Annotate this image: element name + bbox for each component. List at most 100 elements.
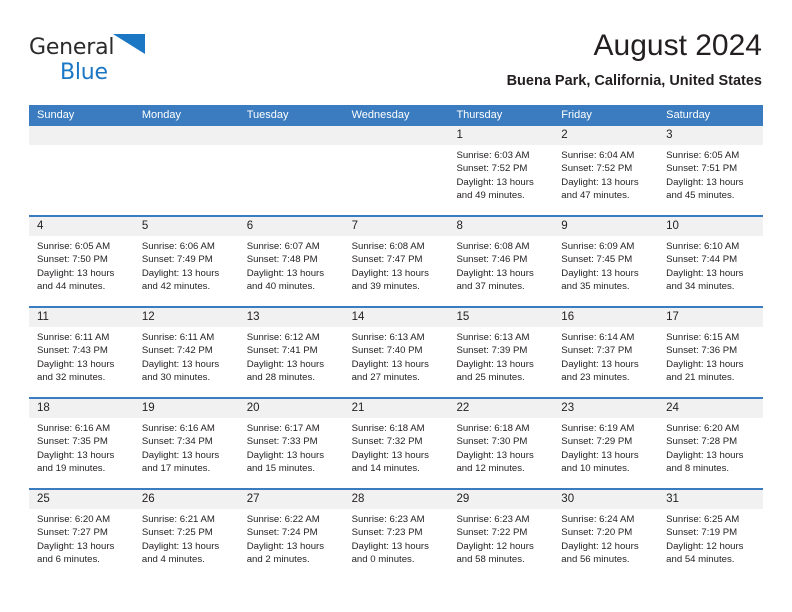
- day-cell-21[interactable]: Sunrise: 6:18 AM Sunset: 7:32 PM Daylight:…: [344, 418, 449, 488]
- day-number-28[interactable]: 28: [344, 490, 449, 509]
- day-cell-24[interactable]: Sunrise: 6:20 AM Sunset: 7:28 PM Daylight:…: [658, 418, 763, 488]
- day-detail-line: Sunset: 7:19 PM: [666, 527, 738, 539]
- day-cell-1[interactable]: Sunrise: 6:03 AM Sunset: 7:52 PM Daylight:…: [448, 145, 553, 215]
- day-cell-23[interactable]: Sunrise: 6:19 AM Sunset: 7:29 PM Daylight:…: [553, 418, 658, 488]
- day-cell-16[interactable]: Sunrise: 6:14 AM Sunset: 7:37 PM Daylight:…: [553, 327, 658, 397]
- day-number-2[interactable]: 2: [553, 126, 658, 145]
- day-number-22[interactable]: 22: [448, 399, 553, 418]
- day-detail-line: Daylight: 13 hours: [37, 358, 115, 370]
- day-cell-11[interactable]: Sunrise: 6:11 AM Sunset: 7:43 PM Daylight:…: [29, 327, 134, 397]
- day-number-6[interactable]: 6: [239, 217, 344, 236]
- logo-word-blue: Blue: [60, 60, 108, 85]
- day-number-12[interactable]: 12: [134, 308, 239, 327]
- day-number-30[interactable]: 30: [553, 490, 658, 509]
- day-cell-6[interactable]: Sunrise: 6:07 AM Sunset: 7:48 PM Daylight:…: [239, 236, 344, 306]
- day-number-8[interactable]: 8: [448, 217, 553, 236]
- day-cell-2[interactable]: Sunrise: 6:04 AM Sunset: 7:52 PM Daylight:…: [553, 145, 658, 215]
- weekday-header-sunday: Sunday: [37, 109, 75, 121]
- day-detail-line: and 28 minutes.: [246, 371, 315, 383]
- day-cell-3[interactable]: Sunrise: 6:05 AM Sunset: 7:51 PM Daylight:…: [658, 145, 763, 215]
- day-number-18[interactable]: 18: [29, 399, 134, 418]
- day-detail-line: and 21 minutes.: [666, 371, 735, 383]
- day-cell-31[interactable]: Sunrise: 6:25 AM Sunset: 7:19 PM Daylight:…: [658, 509, 763, 579]
- weekday-header-friday: Friday: [561, 109, 592, 121]
- day-cell-15[interactable]: Sunrise: 6:13 AM Sunset: 7:39 PM Daylight:…: [448, 327, 553, 397]
- day-cell-19[interactable]: Sunrise: 6:16 AM Sunset: 7:34 PM Daylight:…: [134, 418, 239, 488]
- day-cell-27[interactable]: Sunrise: 6:22 AM Sunset: 7:24 PM Daylight:…: [239, 509, 344, 579]
- day-number-31[interactable]: 31: [658, 490, 763, 509]
- day-detail-line: and 45 minutes.: [666, 189, 735, 201]
- day-detail-line: Sunrise: 6:22 AM: [246, 514, 320, 525]
- day-detail-line: Sunrise: 6:21 AM: [141, 514, 215, 525]
- day-detail-line: Daylight: 12 hours: [666, 540, 744, 552]
- day-detail-line: Sunset: 7:34 PM: [141, 436, 213, 448]
- week-row: 4 5 6 7 8 9 10 Sunrise: 6:05 AM Sunset: 7:50 PM D…: [29, 215, 763, 306]
- day-detail-line: Daylight: 13 hours: [666, 176, 744, 188]
- day-number-19[interactable]: 19: [134, 399, 239, 418]
- day-cell-empty: [29, 145, 134, 215]
- logo-top-row: General: [29, 34, 219, 60]
- day-cell-18[interactable]: Sunrise: 6:16 AM Sunset: 7:35 PM Daylight:…: [29, 418, 134, 488]
- day-detail-line: Sunrise: 6:20 AM: [37, 514, 111, 525]
- day-cell-13[interactable]: Sunrise: 6:12 AM Sunset: 7:41 PM Daylight:…: [239, 327, 344, 397]
- day-cell-25[interactable]: Sunrise: 6:20 AM Sunset: 7:27 PM Daylight:…: [29, 509, 134, 579]
- day-number-14[interactable]: 14: [344, 308, 449, 327]
- day-number-11[interactable]: 11: [29, 308, 134, 327]
- day-detail-line: and 0 minutes.: [351, 553, 415, 565]
- day-detail-line: Sunrise: 6:07 AM: [246, 241, 320, 252]
- day-number-23[interactable]: 23: [553, 399, 658, 418]
- day-number-1[interactable]: 1: [448, 126, 553, 145]
- day-cell-4[interactable]: Sunrise: 6:05 AM Sunset: 7:50 PM Daylight:…: [29, 236, 134, 306]
- day-cell-9[interactable]: Sunrise: 6:09 AM Sunset: 7:45 PM Daylight:…: [553, 236, 658, 306]
- day-detail-line: and 17 minutes.: [141, 462, 211, 474]
- day-number-21[interactable]: 21: [344, 399, 449, 418]
- day-detail-line: Sunrise: 6:23 AM: [351, 514, 425, 525]
- day-detail-line: Sunset: 7:27 PM: [37, 527, 108, 539]
- weekday-header-monday: Monday: [141, 109, 181, 121]
- day-number-20[interactable]: 20: [239, 399, 344, 418]
- day-number-29[interactable]: 29: [448, 490, 553, 509]
- day-number-10[interactable]: 10: [658, 217, 763, 236]
- day-number-13[interactable]: 13: [239, 308, 344, 327]
- day-number-5[interactable]: 5: [134, 217, 239, 236]
- day-number-3[interactable]: 3: [658, 126, 763, 145]
- day-number-9[interactable]: 9: [553, 217, 658, 236]
- day-detail-line: Sunset: 7:41 PM: [246, 345, 318, 357]
- day-detail-line: Sunrise: 6:08 AM: [456, 241, 530, 252]
- day-number-24[interactable]: 24: [658, 399, 763, 418]
- day-cell-20[interactable]: Sunrise: 6:17 AM Sunset: 7:33 PM Daylight:…: [239, 418, 344, 488]
- day-cell-5[interactable]: Sunrise: 6:06 AM Sunset: 7:49 PM Daylight:…: [134, 236, 239, 306]
- day-cell-10[interactable]: Sunrise: 6:10 AM Sunset: 7:44 PM Daylight:…: [658, 236, 763, 306]
- day-cell-30[interactable]: Sunrise: 6:24 AM Sunset: 7:20 PM Daylight:…: [553, 509, 658, 579]
- day-detail-line: Sunrise: 6:08 AM: [351, 241, 425, 252]
- day-detail-line: Sunrise: 6:05 AM: [37, 241, 111, 252]
- day-cell-26[interactable]: Sunrise: 6:21 AM Sunset: 7:25 PM Daylight:…: [134, 509, 239, 579]
- day-number-25[interactable]: 25: [29, 490, 134, 509]
- day-cell-17[interactable]: Sunrise: 6:15 AM Sunset: 7:36 PM Daylight:…: [658, 327, 763, 397]
- day-number-17[interactable]: 17: [658, 308, 763, 327]
- day-detail-line: Sunset: 7:35 PM: [37, 436, 108, 448]
- day-detail-line: Sunset: 7:43 PM: [37, 345, 108, 357]
- day-cell-22[interactable]: Sunrise: 6:18 AM Sunset: 7:30 PM Daylight:…: [448, 418, 553, 488]
- brand-logo[interactable]: General Blue: [29, 34, 219, 86]
- day-cell-29[interactable]: Sunrise: 6:23 AM Sunset: 7:22 PM Daylight:…: [448, 509, 553, 579]
- day-number-26[interactable]: 26: [134, 490, 239, 509]
- day-number-27[interactable]: 27: [239, 490, 344, 509]
- day-detail-band: Sunrise: 6:05 AM Sunset: 7:50 PM Daylight:…: [29, 236, 763, 306]
- day-number-16[interactable]: 16: [553, 308, 658, 327]
- day-cell-7[interactable]: Sunrise: 6:08 AM Sunset: 7:47 PM Daylight:…: [344, 236, 449, 306]
- day-detail-line: Sunrise: 6:24 AM: [561, 514, 635, 525]
- day-detail-line: Sunrise: 6:18 AM: [456, 423, 530, 434]
- day-cell-28[interactable]: Sunrise: 6:23 AM Sunset: 7:23 PM Daylight:…: [344, 509, 449, 579]
- day-detail-line: Daylight: 13 hours: [561, 358, 639, 370]
- day-cell-8[interactable]: Sunrise: 6:08 AM Sunset: 7:46 PM Daylight:…: [448, 236, 553, 306]
- day-detail-line: Sunrise: 6:16 AM: [141, 423, 215, 434]
- day-number-4[interactable]: 4: [29, 217, 134, 236]
- day-number-15[interactable]: 15: [448, 308, 553, 327]
- day-cell-12[interactable]: Sunrise: 6:11 AM Sunset: 7:42 PM Daylight:…: [134, 327, 239, 397]
- day-detail-line: Daylight: 13 hours: [456, 358, 534, 370]
- day-cell-empty: [344, 145, 449, 215]
- day-detail-line: and 8 minutes.: [666, 462, 730, 474]
- day-number-7[interactable]: 7: [344, 217, 449, 236]
- day-cell-14[interactable]: Sunrise: 6:13 AM Sunset: 7:40 PM Daylight:…: [344, 327, 449, 397]
